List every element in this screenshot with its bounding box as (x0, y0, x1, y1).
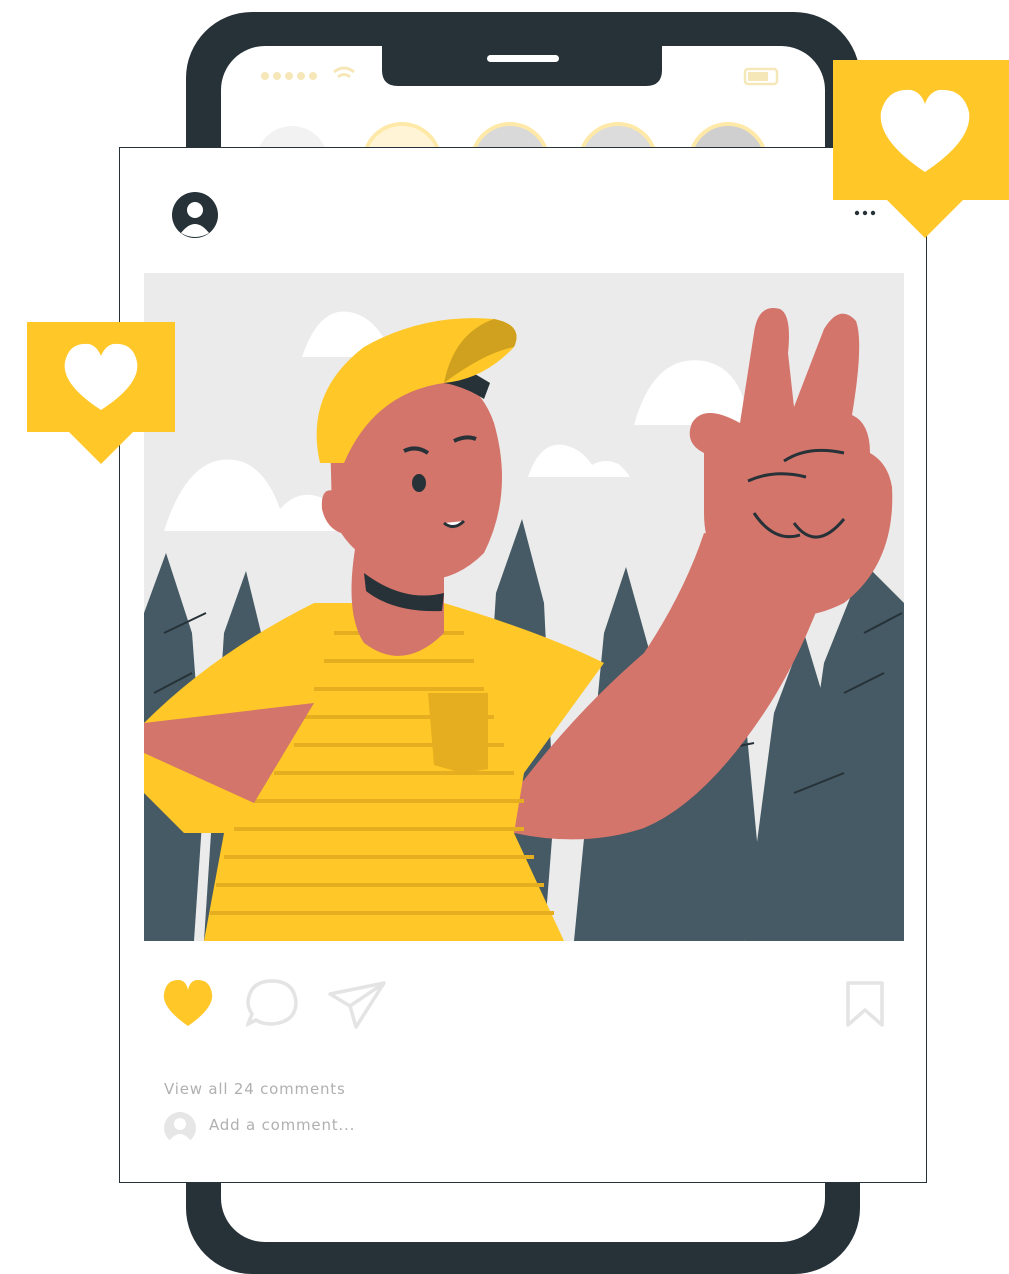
paper-plane-icon[interactable] (328, 980, 388, 1030)
heart-icon[interactable] (160, 978, 216, 1028)
speaker-grille (487, 55, 559, 62)
eye-left (412, 474, 426, 492)
speech-bubble-icon[interactable] (246, 978, 300, 1028)
avatar-icon[interactable] (171, 191, 219, 239)
view-comments-link[interactable]: View all 24 comments (164, 1080, 346, 1098)
add-comment-input[interactable]: Add a comment... (209, 1116, 355, 1134)
commenter-avatar-icon (164, 1112, 196, 1144)
more-options-icon[interactable] (853, 206, 877, 220)
post-image (144, 273, 904, 941)
bookmark-icon[interactable] (845, 980, 885, 1028)
phone-notch (382, 40, 662, 86)
shirt-pocket (428, 693, 488, 773)
heart-notification-icon (27, 322, 175, 464)
